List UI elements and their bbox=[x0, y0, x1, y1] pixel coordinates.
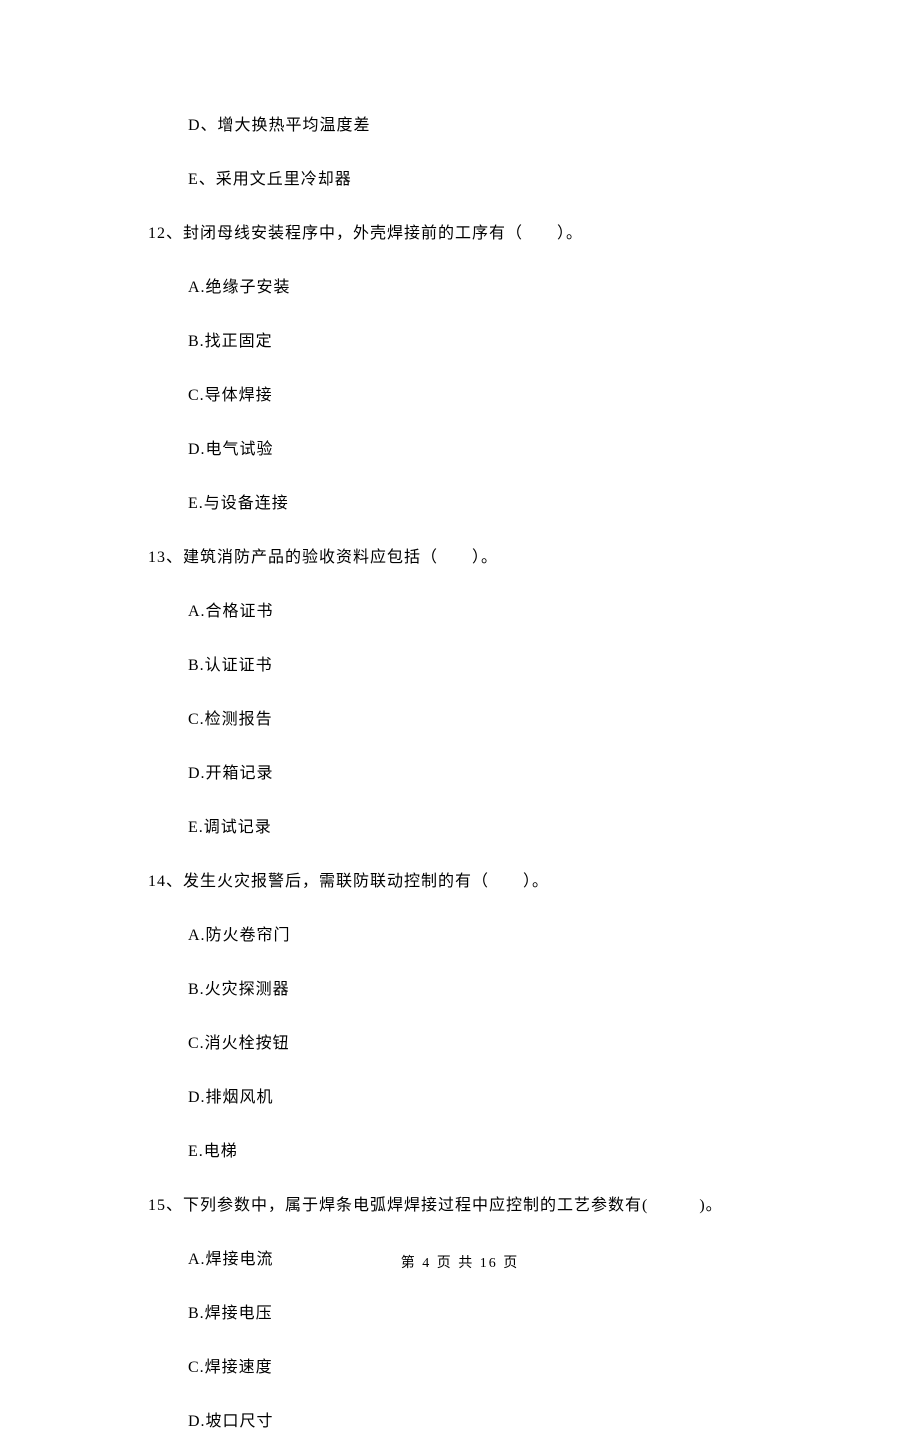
option-text: B.火灾探测器 bbox=[188, 978, 800, 1002]
option-text: E.与设备连接 bbox=[188, 492, 800, 516]
option-text: B.认证证书 bbox=[188, 654, 800, 678]
option-text: A.绝缘子安装 bbox=[188, 276, 800, 300]
option-text: D.电气试验 bbox=[188, 438, 800, 462]
option-text: E、采用文丘里冷却器 bbox=[188, 168, 800, 192]
option-text: D.坡口尺寸 bbox=[188, 1410, 800, 1434]
option-text: E.电梯 bbox=[188, 1140, 800, 1164]
option-text: C.检测报告 bbox=[188, 708, 800, 732]
option-text: B.焊接电压 bbox=[188, 1302, 800, 1326]
question-stem: 12、封闭母线安装程序中，外壳焊接前的工序有（ ）。 bbox=[148, 222, 800, 246]
page-footer: 第 4 页 共 16 页 bbox=[0, 1252, 920, 1272]
option-text: D.排烟风机 bbox=[188, 1086, 800, 1110]
option-text: E.调试记录 bbox=[188, 816, 800, 840]
option-text: D.开箱记录 bbox=[188, 762, 800, 786]
option-text: A.合格证书 bbox=[188, 600, 800, 624]
option-text: D、增大换热平均温度差 bbox=[188, 114, 800, 138]
option-text: C.导体焊接 bbox=[188, 384, 800, 408]
option-text: C.消火栓按钮 bbox=[188, 1032, 800, 1056]
option-text: B.找正固定 bbox=[188, 330, 800, 354]
option-text: A.防火卷帘门 bbox=[188, 924, 800, 948]
option-text: C.焊接速度 bbox=[188, 1356, 800, 1380]
question-stem: 15、下列参数中，属于焊条电弧焊焊接过程中应控制的工艺参数有( )。 bbox=[148, 1194, 800, 1218]
question-stem: 14、发生火灾报警后，需联防联动控制的有（ ）。 bbox=[148, 870, 800, 894]
question-stem: 13、建筑消防产品的验收资料应包括（ ）。 bbox=[148, 546, 800, 570]
